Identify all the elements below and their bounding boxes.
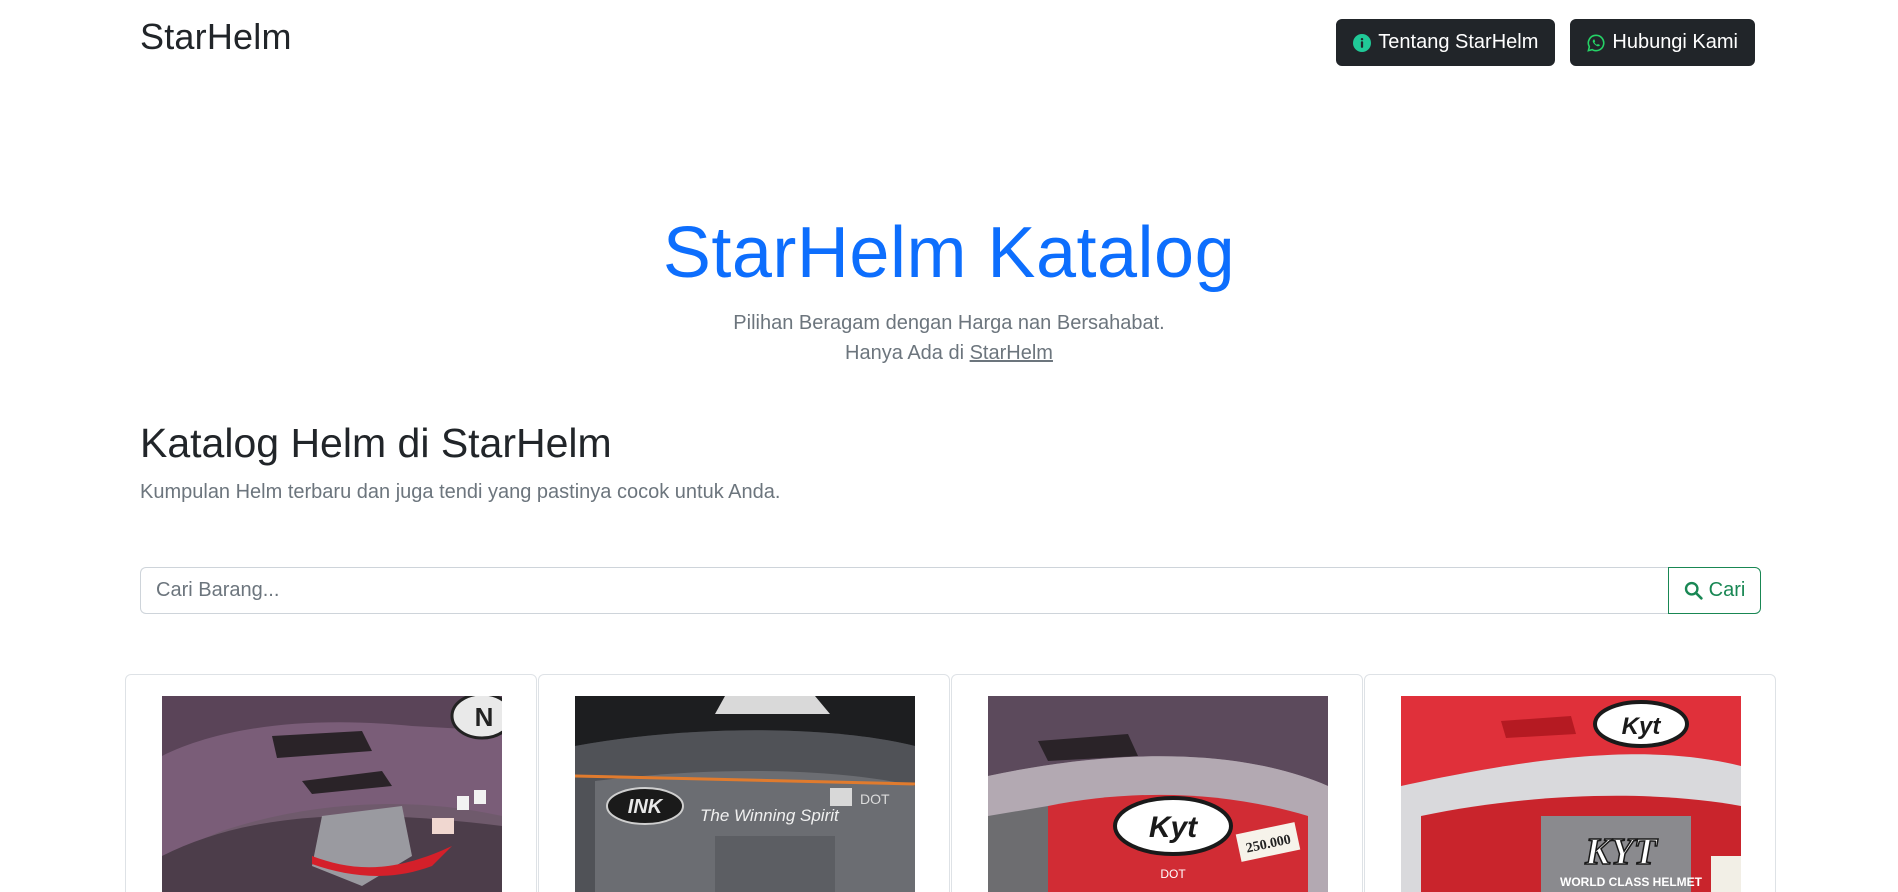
about-button[interactable]: Tentang StarHelm xyxy=(1336,19,1556,66)
page: StarHelm Tentang StarHelm Hubungi Kami S… xyxy=(0,0,1898,892)
product-logo-text: INK xyxy=(628,796,664,818)
product-image[interactable]: N xyxy=(162,696,502,892)
product-grid: N INK The Winning Spirit DOT Kyt 250.000… xyxy=(125,674,1777,892)
about-button-label: Tentang StarHelm xyxy=(1378,31,1539,53)
product-logo-text: Kyt xyxy=(1622,713,1662,740)
hero-subtitle: Pilihan Beragam dengan Harga nan Bersaha… xyxy=(0,308,1898,368)
info-icon xyxy=(1353,33,1372,52)
search-icon xyxy=(1684,581,1703,600)
hero: StarHelm Katalog Pilihan Beragam dengan … xyxy=(0,210,1898,368)
product-badge-text: DOT xyxy=(860,791,890,807)
contact-button[interactable]: Hubungi Kami xyxy=(1570,19,1755,66)
product-badge-text: DOT xyxy=(1160,867,1186,881)
catalog-title: Katalog Helm di StarHelm xyxy=(140,420,612,466)
whatsapp-icon xyxy=(1587,34,1605,52)
product-visor-text: The Winning Spirit xyxy=(700,806,840,825)
hero-starhelm-link[interactable]: StarHelm xyxy=(970,342,1053,364)
product-brand-text: KYT xyxy=(1584,831,1659,873)
header-actions: Tentang StarHelm Hubungi Kami xyxy=(1336,19,1755,66)
search-button[interactable]: Cari xyxy=(1668,567,1761,614)
product-card[interactable]: N xyxy=(125,674,537,892)
product-card[interactable]: Kyt 250.000 DOT xyxy=(951,674,1363,892)
product-tag-text: WORLD CLASS HELMET xyxy=(1560,875,1703,889)
contact-button-label: Hubungi Kami xyxy=(1612,31,1738,53)
product-card[interactable]: Kyt KYT WORLD CLASS HELMET xyxy=(1364,674,1776,892)
hero-subtitle-line2: Hanya Ada di StarHelm xyxy=(0,338,1898,368)
product-card[interactable]: INK The Winning Spirit DOT xyxy=(538,674,950,892)
search-bar: Cari xyxy=(140,567,1761,614)
product-logo-text: Kyt xyxy=(1149,811,1199,844)
hero-subtitle-line1: Pilihan Beragam dengan Harga nan Bersaha… xyxy=(733,312,1165,334)
hero-subtitle-prefix: Hanya Ada di xyxy=(845,342,965,364)
search-input[interactable] xyxy=(140,567,1668,614)
product-image[interactable]: Kyt KYT WORLD CLASS HELMET xyxy=(1401,696,1741,892)
product-logo-text: N xyxy=(475,702,494,732)
hero-title: StarHelm Katalog xyxy=(662,213,1236,293)
catalog-description: Kumpulan Helm terbaru dan juga tendi yan… xyxy=(140,481,781,503)
search-button-label: Cari xyxy=(1708,579,1746,601)
product-image[interactable]: Kyt 250.000 DOT xyxy=(988,696,1328,892)
product-image[interactable]: INK The Winning Spirit DOT xyxy=(575,696,915,892)
brand-logo[interactable]: StarHelm xyxy=(140,16,292,58)
